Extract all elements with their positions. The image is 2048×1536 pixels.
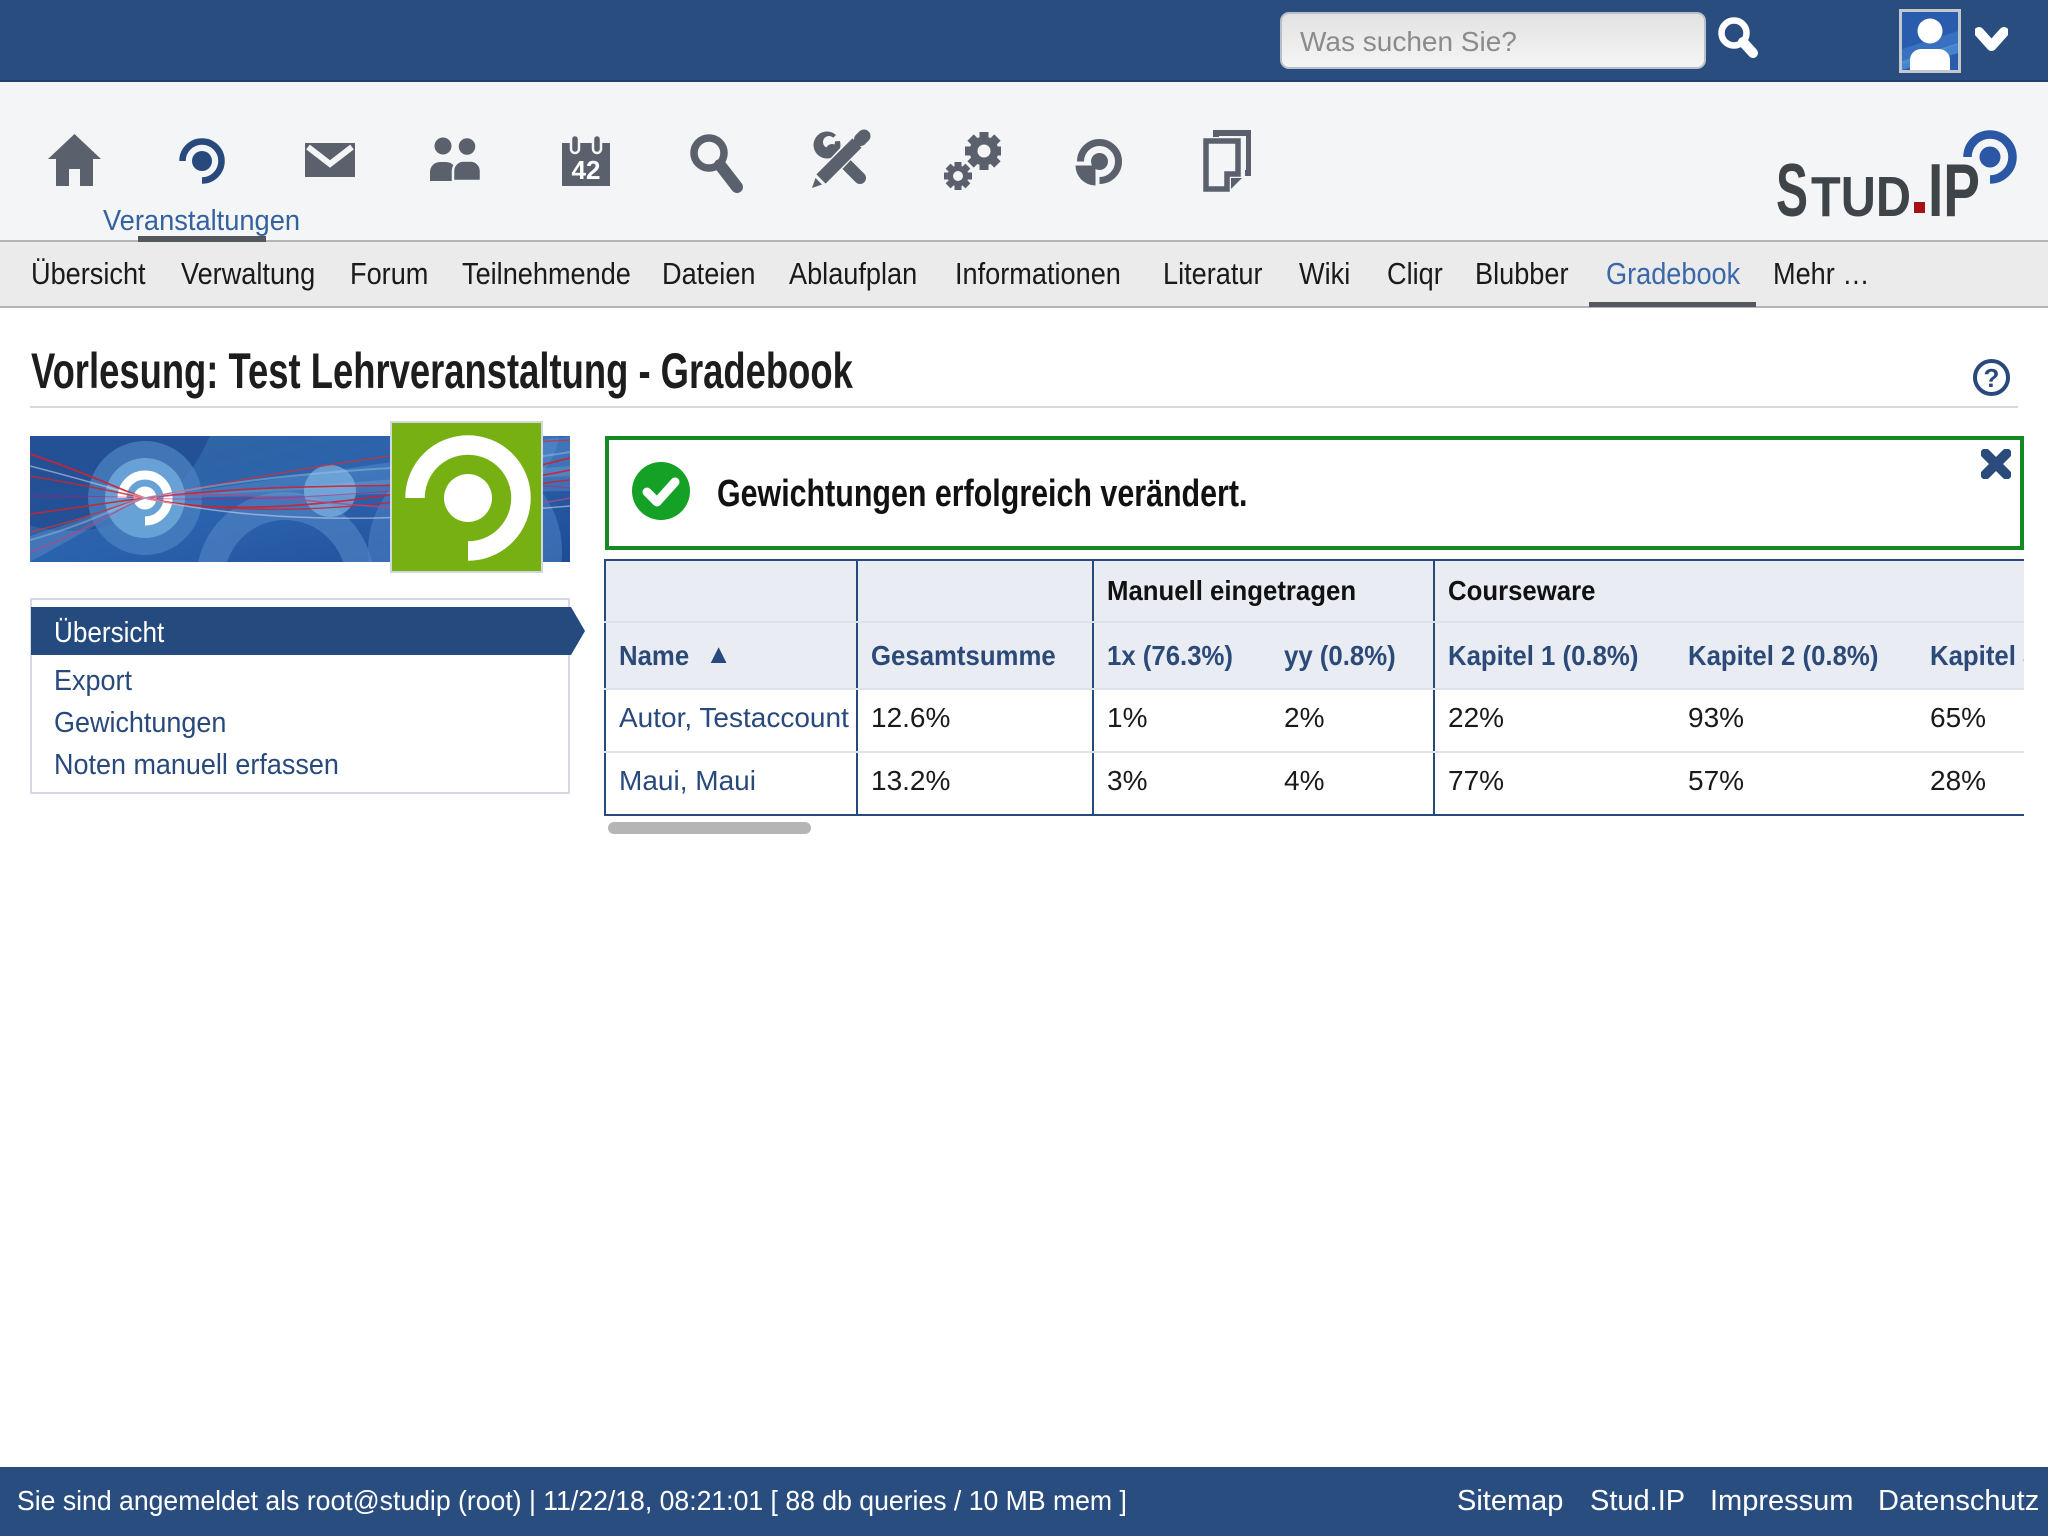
svg-text:TUD: TUD — [1811, 165, 1911, 225]
svg-text:S: S — [1776, 148, 1808, 225]
svg-text:42: 42 — [572, 155, 601, 185]
